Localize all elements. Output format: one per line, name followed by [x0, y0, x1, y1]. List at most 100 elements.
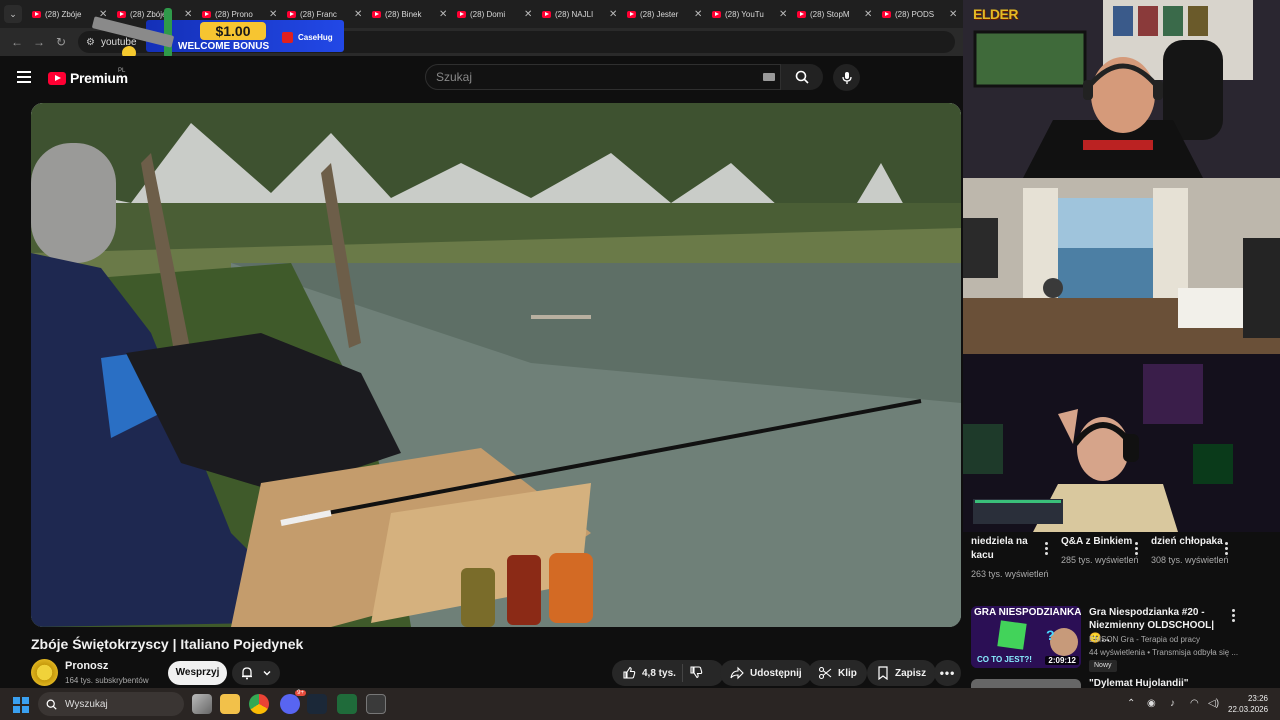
browser-tab[interactable]: (28) YouTu ✕ [708, 0, 793, 28]
close-icon[interactable]: ✕ [949, 9, 959, 20]
video-player[interactable] [31, 103, 961, 627]
browser-tab[interactable]: (28) Binek ✕ [368, 0, 453, 28]
clip-button[interactable]: Klip [808, 660, 867, 686]
tab-title: (28) NAJLI [555, 9, 594, 19]
browser-tab[interactable]: (28) NAJLI ✕ [538, 0, 623, 28]
subscriber-count: 164 tys. subskrybentów [65, 676, 149, 685]
short-item[interactable]: Q&A z Binkiem 285 tys. wyświetleń [1061, 535, 1141, 567]
search-input[interactable]: Szukaj [425, 64, 781, 90]
voice-search-button[interactable] [833, 64, 860, 91]
taskbar-search[interactable]: Wyszukaj [38, 692, 184, 716]
more-vertical-icon [1232, 609, 1235, 612]
close-icon[interactable]: ✕ [694, 9, 704, 20]
steam-icon[interactable] [307, 694, 327, 714]
recommended-thumbnail[interactable]: ? GRA NIESPODZIANKA CO TO JEST?! 2:09:12 [971, 606, 1081, 668]
close-icon[interactable]: ✕ [779, 9, 789, 20]
more-horizontal-icon: ••• [939, 666, 956, 680]
chrome-icon[interactable] [249, 694, 269, 714]
chevron-down-icon: ⌄ [9, 8, 17, 19]
hotel-room-frame [963, 178, 1280, 354]
screen: ⌄ (28) Zbóje ✕ (28) Zbóje ✕ (28) Prono ✕ (28) … [0, 0, 1280, 720]
thumbs-up-icon [623, 666, 636, 679]
tab-title: (28) PODS [895, 9, 935, 19]
recommended-channel[interactable]: EMSON Gra - Terapia od pracy [1089, 635, 1200, 644]
close-icon[interactable]: ✕ [354, 9, 364, 20]
casino-ad-overlay[interactable]: $1.00 WELCOME BONUS CaseHug [88, 8, 344, 60]
tab-title: (28) Domi [470, 9, 506, 19]
brand-logo-icon [282, 32, 293, 43]
recommended-thumbnail[interactable] [971, 679, 1081, 688]
short-menu-button[interactable] [1135, 542, 1139, 555]
short-menu-button[interactable] [1045, 542, 1049, 555]
volume-icon[interactable]: ◁) [1208, 698, 1219, 709]
microphone-icon[interactable]: ♪ [1170, 698, 1175, 709]
recommended-menu-button[interactable] [1232, 609, 1236, 622]
bookmark-icon [878, 666, 888, 680]
short-menu-button[interactable] [1225, 542, 1229, 555]
tab-title: (28) Jester [640, 9, 679, 19]
file-explorer-icon[interactable] [220, 694, 240, 714]
short-item[interactable]: dzień chłopaka 308 tys. wyświetleń [1151, 535, 1231, 567]
browser-tab[interactable]: (28) Jester ✕ [623, 0, 708, 28]
browser-tab[interactable]: (28) Domi ✕ [453, 0, 538, 28]
network-icon[interactable]: ◉ [1147, 698, 1156, 709]
video-title: Zbóje Świętokrzyscy | Italiano Pojedynek [31, 636, 304, 652]
forward-button[interactable]: → [28, 31, 50, 53]
chevron-up-icon[interactable]: ⌃ [1127, 698, 1135, 709]
browser-tab[interactable]: (28) StopM ✕ [793, 0, 878, 28]
thumbnail-title: GRA NIESPODZIANKA [974, 607, 1081, 618]
short-title: Q&A z Binkiem [1061, 536, 1133, 547]
obs-icon[interactable] [366, 694, 386, 714]
save-label: Zapisz [895, 667, 927, 679]
task-view-icon[interactable] [192, 694, 212, 714]
youtube-logo[interactable]: Premium PL [48, 68, 128, 86]
video-frame [31, 103, 961, 627]
ad-bonus-text: WELCOME BONUS [178, 41, 270, 52]
microphone-icon [841, 71, 852, 84]
close-icon[interactable]: ✕ [864, 9, 874, 20]
clock-time: 23:26 [1247, 694, 1268, 703]
youtube-favicon-icon [32, 10, 41, 18]
reload-button[interactable]: ↻ [50, 31, 72, 53]
search-icon [795, 70, 809, 84]
more-vertical-icon [1045, 542, 1048, 545]
short-views: 285 tys. wyświetleń [1061, 555, 1139, 565]
chevron-down-icon [263, 671, 271, 676]
ad-amount: $1.00 [200, 22, 266, 40]
support-button[interactable]: Wesprzyj [168, 661, 227, 685]
tab-title: (28) StopM [810, 9, 850, 19]
more-actions-button[interactable]: ••• [934, 660, 961, 686]
close-icon[interactable]: ✕ [609, 9, 619, 20]
notification-button[interactable] [232, 661, 280, 685]
tab-title: (28) YouTu [725, 9, 764, 19]
start-button[interactable] [13, 697, 29, 713]
scissors-icon [818, 666, 832, 680]
bell-icon [242, 667, 252, 680]
excel-icon[interactable] [337, 694, 357, 714]
close-icon[interactable]: ✕ [524, 9, 534, 20]
taskbar-clock[interactable]: 23:26 22.03.2026 [1228, 693, 1268, 715]
close-icon[interactable]: ✕ [439, 9, 449, 20]
browser-tab[interactable]: (28) PODS ✕ [878, 0, 963, 28]
clip-label: Klip [838, 667, 857, 679]
youtube-favicon-icon [457, 10, 466, 18]
back-button[interactable]: ← [6, 31, 28, 53]
channel-avatar[interactable] [31, 659, 58, 686]
short-title: niedziela na kacu [971, 536, 1028, 561]
save-button[interactable]: Zapisz [867, 660, 937, 686]
channel-name[interactable]: Pronosz [65, 660, 108, 672]
menu-button[interactable] [17, 71, 31, 83]
search-button[interactable] [781, 64, 823, 90]
wifi-icon[interactable]: ◠ [1190, 698, 1199, 709]
like-button[interactable]: 4,8 tys. [622, 666, 676, 680]
keyboard-icon[interactable] [763, 73, 775, 81]
discord-icon[interactable]: 9+ [280, 690, 306, 714]
windows-icon [13, 697, 20, 704]
short-item[interactable]: niedziela na kacu 263 tys. wyświetleń [971, 535, 1051, 581]
dislike-button[interactable] [689, 665, 703, 682]
tab-search-dropdown[interactable]: ⌄ [4, 5, 22, 23]
discord-badge: 9+ [295, 690, 306, 696]
share-button[interactable]: Udostępnij [720, 660, 812, 686]
clock-date: 22.03.2026 [1228, 705, 1269, 714]
like-dislike-group: 4,8 tys. [612, 660, 724, 686]
